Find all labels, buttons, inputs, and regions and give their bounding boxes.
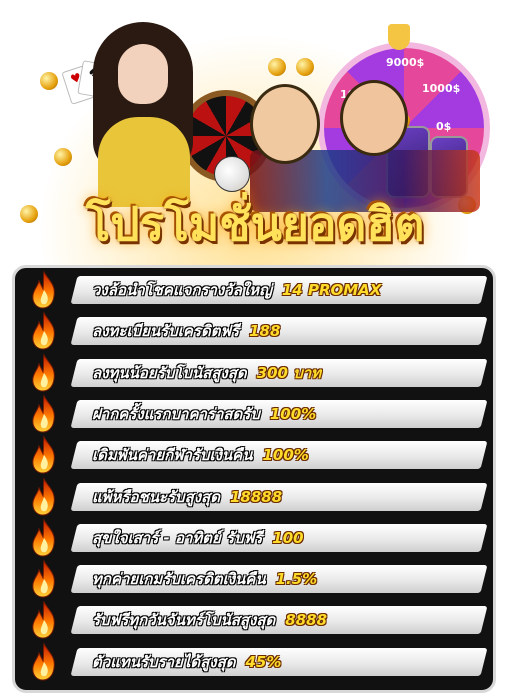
flame-icon	[32, 270, 55, 309]
promotion-text: ตัวแทนรับรายได้สูงสุด 45%	[92, 648, 281, 676]
promotion-text: แพ้หรือชนะรับสูงสุด 18888	[92, 483, 282, 511]
flame-icon	[32, 559, 55, 598]
cartoon-character-image	[250, 84, 320, 164]
flame-icon	[32, 311, 55, 350]
hero-banner: 9000$ 1000$ 0$ 1000$ ♥ ♠ โปรโมชั่นยอดฮิต	[0, 0, 510, 270]
coin-icon	[296, 58, 314, 76]
promotion-label: ฝากครั้งแรกบาคาร่าสดรับ	[92, 404, 260, 423]
wheel-label: 9000$	[386, 56, 425, 69]
wheel-label: 1000$	[422, 82, 461, 95]
promotion-text: เดิมพันค่ายกีฬารับเงินคืน 100%	[92, 441, 309, 469]
promotion-row[interactable]: เดิมพันค่ายกีฬารับเงินคืน 100%	[14, 435, 490, 474]
promotion-label: ตัวแทนรับรายได้สูงสุด	[92, 652, 236, 671]
promotion-highlight: 18888	[229, 487, 283, 506]
promotion-row[interactable]: รับฟรีทุกวันจันทร์โบนัสสูงสุด 8888	[14, 600, 490, 639]
banner-title: โปรโมชั่นยอดฮิต	[85, 197, 425, 251]
flame-icon	[32, 642, 55, 681]
promotion-highlight: 45%	[245, 652, 282, 671]
promotion-label: ทุกค่ายเกมรับเครดิตเงินคืน	[92, 570, 266, 589]
promotion-text: ทุกค่ายเกมรับเครดิตเงินคืน 1.5%	[92, 565, 317, 593]
flame-icon	[32, 518, 55, 557]
wheel-pointer	[388, 24, 410, 50]
promotion-highlight: 188	[249, 322, 281, 341]
promotion-label: ลงทะเบียนรับเครดิตฟรี	[92, 322, 240, 341]
promotion-text: ฝากครั้งแรกบาคาร่าสดรับ 100%	[92, 400, 316, 428]
promotion-label: สุขใจเสาร์ - อาทิตย์ รับฟรี	[92, 528, 263, 547]
flame-icon	[32, 394, 55, 433]
promotion-text: รับฟรีทุกวันจันทร์โบนัสสูงสุด 8888	[92, 606, 327, 634]
promotion-text: สุขใจเสาร์ - อาทิตย์ รับฟรี 100	[92, 524, 304, 552]
flame-icon	[32, 600, 55, 639]
promotion-text: ลงทุนน้อยรับโบนัสสูงสุด 300 บาท	[92, 359, 321, 387]
promotion-highlight: 100	[272, 528, 304, 547]
promotion-label: เดิมพันค่ายกีฬารับเงินคืน	[92, 446, 253, 465]
soccer-ball-icon	[214, 156, 250, 192]
promotion-highlight: 300 บาท	[256, 363, 322, 382]
promotion-highlight: 14 PROMAX	[281, 281, 382, 299]
promotion-highlight: 8888	[285, 611, 328, 630]
promotion-row[interactable]: ฝากครั้งแรกบาคาร่าสดรับ 100%	[14, 394, 490, 433]
flame-icon	[32, 476, 55, 516]
flame-icon	[32, 435, 55, 474]
promotion-text: ลงทะเบียนรับเครดิตฟรี 188	[92, 317, 280, 345]
coin-icon	[268, 58, 286, 76]
promotion-highlight: 100%	[262, 446, 309, 465]
promotion-highlight: 100%	[269, 404, 317, 423]
cartoon-character-image	[340, 80, 408, 156]
flame-icon	[32, 352, 55, 392]
model-image	[88, 22, 198, 207]
promotion-row[interactable]: วงล้อนำโชคแจกรางวัลใหญ่ 14 PROMAX	[14, 270, 490, 309]
wheel-label: 0$	[436, 120, 452, 133]
promotion-row[interactable]: ทุกค่ายเกมรับเครดิตเงินคืน 1.5%	[14, 559, 490, 598]
coin-icon	[54, 148, 72, 166]
promotion-label: แพ้หรือชนะรับสูงสุด	[92, 487, 220, 506]
promotion-row[interactable]: ตัวแทนรับรายได้สูงสุด 45%	[14, 642, 490, 681]
promotion-label: รับฟรีทุกวันจันทร์โบนัสสูงสุด	[92, 611, 276, 630]
promotion-row[interactable]: สุขใจเสาร์ - อาทิตย์ รับฟรี 100	[14, 518, 490, 557]
promotion-row[interactable]: ลงทะเบียนรับเครดิตฟรี 188	[14, 311, 490, 350]
promotion-row[interactable]: แพ้หรือชนะรับสูงสุด 18888	[14, 476, 490, 516]
promotion-row[interactable]: ลงทุนน้อยรับโบนัสสูงสุด 300 บาท	[14, 352, 490, 392]
promotion-label: ลงทุนน้อยรับโบนัสสูงสุด	[92, 363, 247, 382]
coin-icon	[40, 72, 58, 90]
promotion-highlight: 1.5%	[275, 570, 318, 589]
promotion-text: วงล้อนำโชคแจกรางวัลใหญ่ 14 PROMAX	[92, 276, 381, 304]
promotion-label: วงล้อนำโชคแจกรางวัลใหญ่	[92, 281, 272, 299]
